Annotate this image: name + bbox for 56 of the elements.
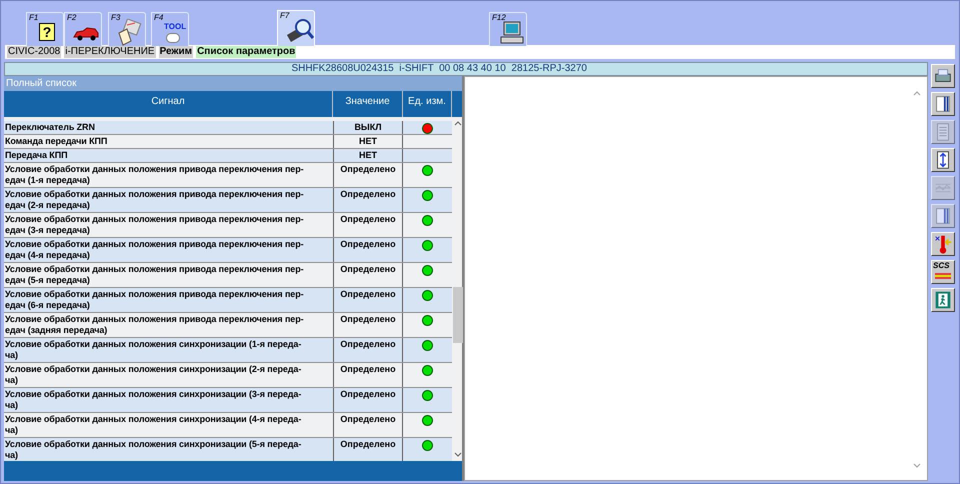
table-cell-text: Условие обработки данных положения синхронизации (2-я переда- ча)	[4, 363, 302, 387]
table-cell-text: Условие обработки данных положения привода переключения пер- едач (3-я передача)	[4, 213, 304, 237]
scrollbar[interactable]	[452, 117, 462, 461]
table-cell: НЕТ	[333, 135, 403, 148]
table-cell-text: Условие обработки данных положения привода переключения пер- едач (задняя передача)	[4, 313, 304, 337]
function-key-tab[interactable]: F12	[489, 12, 527, 46]
vehicle-info-bar: SHHFK28608U024315 i-SHIFT 00 08 43 40 10 28125-RPJ-3270	[4, 62, 928, 76]
function-key-tab[interactable]: F4 TOOL	[151, 12, 189, 46]
breadcrumb-item: i-ПЕРЕКЛЮЧЕНИЕ	[64, 46, 156, 58]
scroll-up-icon[interactable]	[913, 91, 921, 96]
table-cell-text: Переключатель ZRN	[4, 121, 96, 134]
function-key-tab[interactable]: F3	[108, 12, 146, 46]
table-cell-text: Условие обработки данных положения синхронизации (3-я переда- ча)	[4, 388, 302, 412]
table-cell-text: Условие обработки данных положения привода переключения пер- едач (5-я передача)	[4, 263, 304, 287]
table-cell: Определено	[333, 163, 403, 187]
help-icon: ?	[39, 23, 55, 41]
scroll-up-icon[interactable]	[454, 121, 462, 126]
table-cell-text: Условие обработки данных положения привода переключения пер- едач (6-я передача)	[4, 288, 304, 312]
table-cell: Определено	[333, 388, 403, 412]
table-cell-text: Команда передачи КПП	[4, 135, 108, 148]
table-cell-text: Условие обработки данных положения синхронизации (4-я переда- ча)	[4, 413, 302, 437]
table-cell: Определено	[333, 188, 403, 212]
table-cell-text: Условие обработки данных положения привода переключения пер- едач (4-я передача)	[4, 238, 304, 262]
function-key-tab[interactable]: F7	[277, 10, 315, 46]
table-cell: Определено	[333, 213, 403, 237]
table-cell: НЕТ	[333, 149, 403, 162]
function-key-tab[interactable]: F1 ?	[26, 12, 64, 46]
breadcrumb-item: Список параметров	[196, 46, 296, 58]
scroll-down-icon[interactable]	[913, 463, 921, 468]
toolbar-button[interactable]	[931, 232, 955, 256]
scroll-thumb[interactable]	[453, 287, 463, 343]
table-cell: Определено	[333, 288, 403, 312]
table-cell: ВЫКЛ	[333, 121, 403, 134]
toolbar-button[interactable]: SCS	[931, 260, 955, 284]
table-cell: Определено	[333, 313, 403, 337]
table-cell-text: Условие обработки данных положения привода переключения пер- едач (2-я передача)	[4, 188, 304, 212]
table-cell-text: Условие обработки данных положения привода переключения пер- едач (1-я передача)	[4, 163, 304, 187]
breadcrumb-item: CIVIC-2008	[7, 46, 62, 58]
table-cell: Определено	[333, 338, 403, 362]
toolbar-button[interactable]	[931, 64, 955, 88]
table-cell-text: Передача КПП	[4, 149, 68, 162]
table-cell-text: Условие обработки данных положения синхронизации (1-я переда- ча)	[4, 338, 302, 362]
table-cell: Определено	[333, 238, 403, 262]
list-title: Полный список	[4, 76, 462, 91]
scroll-down-icon[interactable]	[454, 452, 462, 457]
table-cell: Определено	[333, 413, 403, 437]
table-cell-text: Условие обработки данных положения синхронизации (5-я переда- ча)	[4, 438, 302, 462]
breadcrumb-item: Режим	[158, 46, 194, 58]
magnifier-icon	[284, 17, 314, 45]
toolbar-button[interactable]	[931, 148, 955, 172]
tool-label: TOOL	[164, 22, 186, 31]
table-cell: Определено	[333, 263, 403, 287]
table-cell: Определено	[333, 363, 403, 387]
toolbar-button[interactable]	[931, 92, 955, 116]
toolbar-button[interactable]	[931, 288, 955, 312]
function-key-tab[interactable]: F2	[64, 12, 102, 46]
